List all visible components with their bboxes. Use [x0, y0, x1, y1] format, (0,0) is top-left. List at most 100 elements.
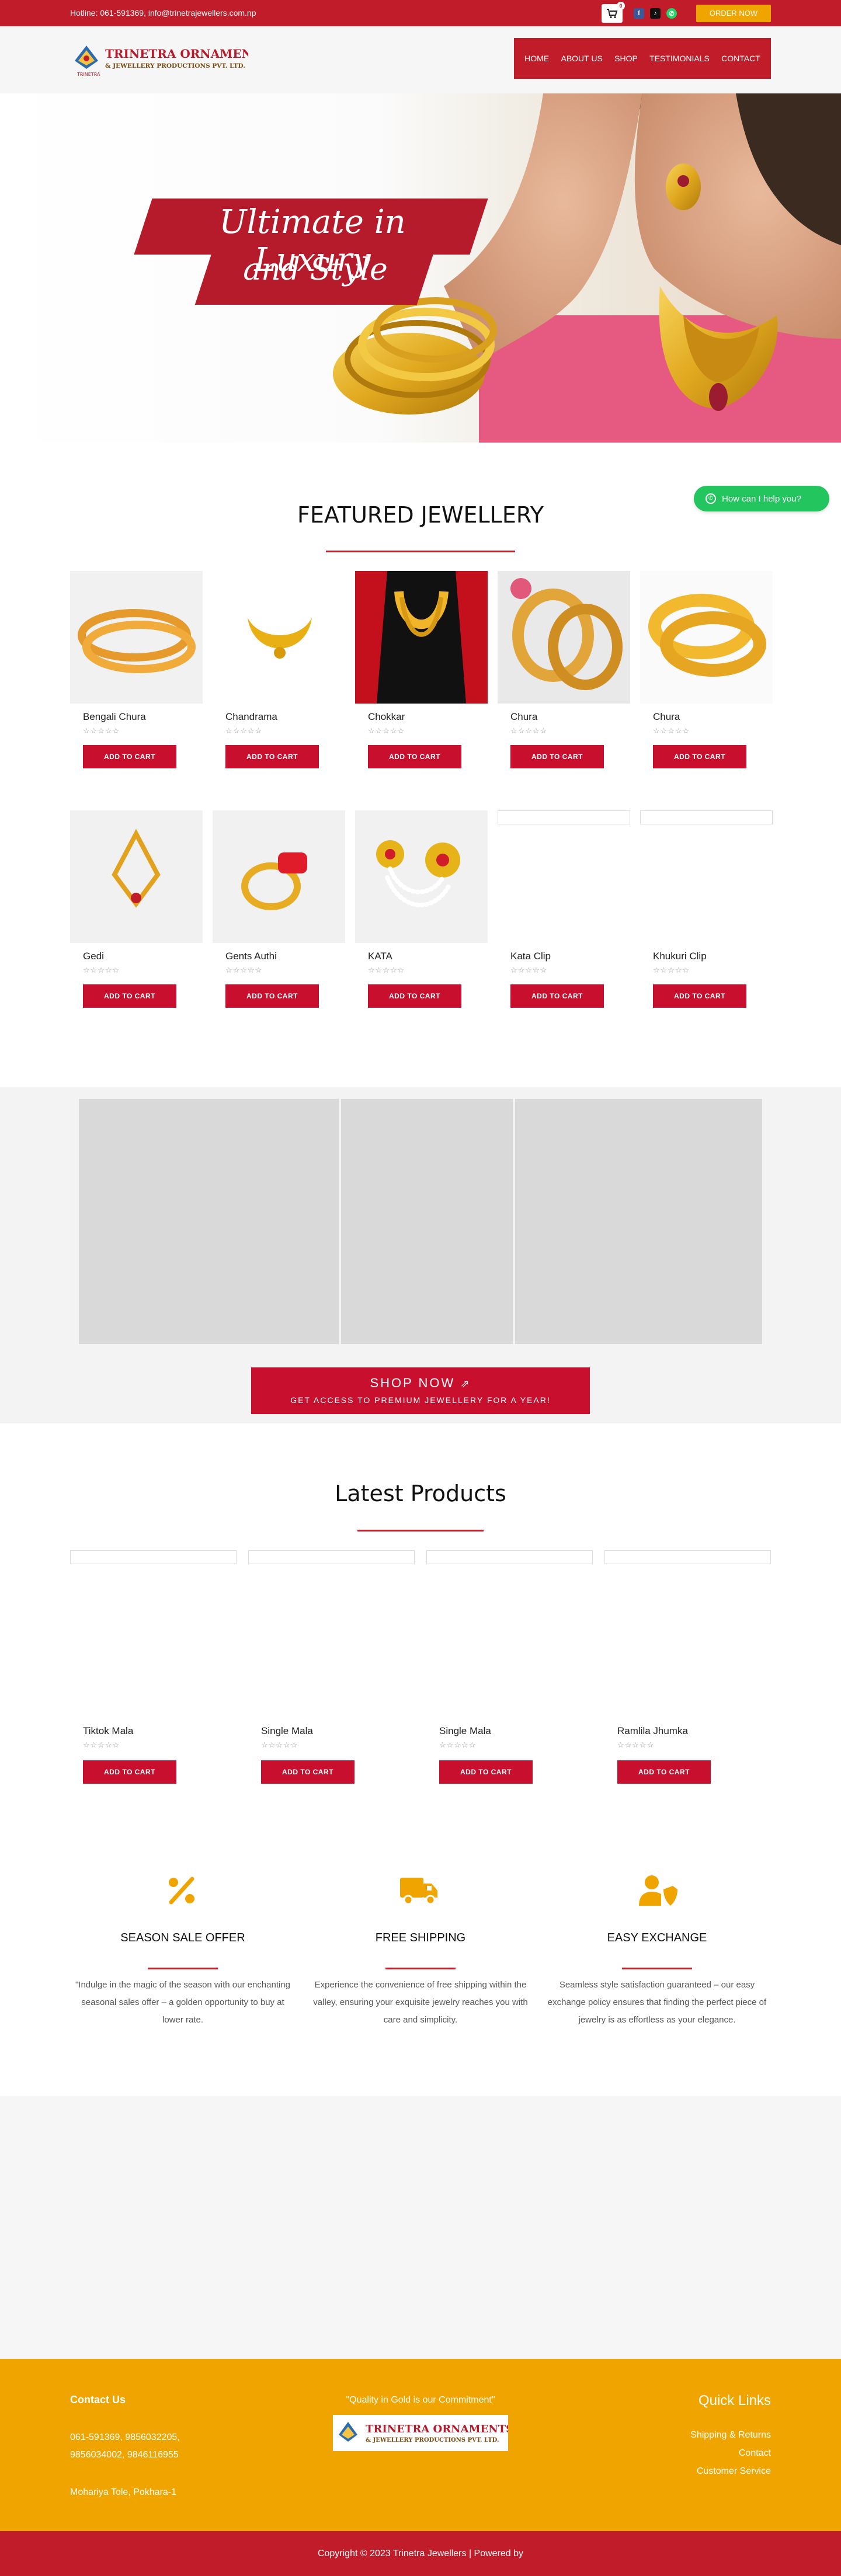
product-name[interactable]: Chura — [510, 711, 537, 723]
rating-stars: ☆☆☆☆☆ — [439, 1740, 477, 1749]
shop-now-button[interactable]: SHOP NOW ⇗ GET ACCESS TO PREMIUM JEWELLE… — [251, 1367, 590, 1414]
product-name[interactable]: Single Mala — [261, 1725, 313, 1737]
site-logo[interactable]: TRINETRA ORNAMENTS & JEWELLERY PRODUCTIO… — [70, 39, 269, 79]
contact-address: Mohariya Tole, Pokhara-1 — [70, 2487, 177, 2497]
shop-now-text: SHOP NOW — [370, 1376, 456, 1390]
link-customer-service[interactable]: Customer Service — [631, 2466, 771, 2477]
nav-testimonials[interactable]: TESTIMONIALS — [649, 54, 710, 63]
chokkar-image — [377, 571, 466, 704]
add-to-cart-button[interactable]: ADD TO CART — [653, 984, 746, 1008]
product-card[interactable]: Gents Authi ☆☆☆☆☆ ADD TO CART — [213, 810, 345, 1008]
product-card[interactable]: Tiktok Mala ☆☆☆☆☆ ADD TO CART — [70, 1550, 237, 1784]
product-name[interactable]: Gedi — [83, 951, 104, 962]
product-card[interactable]: Chokkar ☆☆☆☆☆ ADD TO CART — [355, 571, 488, 768]
feature-text: "Indulge in the magic of the season with… — [75, 1980, 291, 2025]
facebook-icon[interactable]: f — [634, 8, 644, 19]
product-card[interactable]: Chura ☆☆☆☆☆ ADD TO CART — [640, 571, 773, 768]
product-image[interactable] — [355, 571, 488, 704]
kata-image — [376, 840, 460, 907]
hotline-text: Hotline: 061-591369, info@trinetrajewell… — [70, 8, 256, 18]
chura-image — [510, 578, 623, 690]
feature-title: EASY EXCHANGE — [607, 1931, 707, 1944]
add-to-cart-button[interactable]: ADD TO CART — [225, 984, 319, 1008]
product-image-broken[interactable] — [70, 1550, 237, 1564]
product-name[interactable]: Chura — [653, 711, 680, 723]
external-link-icon: ⇗ — [460, 1378, 471, 1390]
product-name[interactable]: Chandrama — [225, 711, 277, 723]
nav-about-us[interactable]: ABOUT US — [561, 54, 602, 63]
latest-title: Latest Products — [335, 1481, 506, 1506]
copyright-bar: Copyright © 2023 Trinetra Jewellers | Po… — [0, 2531, 841, 2576]
quick-links-title: Quick Links — [698, 2393, 771, 2408]
nav-home[interactable]: HOME — [524, 54, 549, 63]
svg-text:& JEWELLERY PRODUCTIONS PVT. L: & JEWELLERY PRODUCTIONS PVT. LTD. — [105, 62, 245, 69]
add-to-cart-button[interactable]: ADD TO CART — [83, 745, 176, 768]
add-to-cart-button[interactable]: ADD TO CART — [368, 745, 461, 768]
product-card[interactable]: Gedi ☆☆☆☆☆ ADD TO CART — [70, 810, 203, 1008]
product-card[interactable]: Single Mala ☆☆☆☆☆ ADD TO CART — [248, 1550, 415, 1784]
add-to-cart-button[interactable]: ADD TO CART — [510, 745, 604, 768]
product-card[interactable]: Single Mala ☆☆☆☆☆ ADD TO CART — [426, 1550, 593, 1784]
order-now-button[interactable]: ORDER NOW — [696, 5, 771, 22]
product-card[interactable]: Chandrama ☆☆☆☆☆ ADD TO CART — [213, 571, 345, 768]
shop-now-label: SHOP NOW ⇗ — [251, 1376, 590, 1391]
add-to-cart-button[interactable]: ADD TO CART — [261, 1760, 355, 1784]
add-to-cart-button[interactable]: ADD TO CART — [83, 1760, 176, 1784]
product-image[interactable] — [213, 571, 345, 704]
latest-title-underline — [357, 1530, 484, 1531]
footer-logo[interactable]: TRINETRA ORNAMENTS & JEWELLERY PRODUCTIO… — [333, 2415, 513, 2451]
tiktok-icon[interactable]: ♪ — [650, 8, 661, 19]
product-name[interactable]: Chokkar — [368, 711, 405, 723]
add-to-cart-button[interactable]: ADD TO CART — [368, 984, 461, 1008]
bangle-image — [78, 609, 196, 673]
product-name[interactable]: Khukuri Clip — [653, 951, 707, 962]
product-name[interactable]: KATA — [368, 951, 392, 962]
user-shield-icon — [639, 1875, 677, 1906]
product-name[interactable]: Tiktok Mala — [83, 1725, 133, 1737]
product-image-broken[interactable] — [248, 1550, 415, 1564]
product-name[interactable]: Ramlila Jhumka — [617, 1725, 688, 1737]
feature-underline — [622, 1968, 692, 1969]
product-image[interactable] — [355, 810, 488, 943]
rating-stars: ☆☆☆☆☆ — [225, 966, 263, 974]
add-to-cart-button[interactable]: ADD TO CART — [617, 1760, 711, 1784]
product-image-broken[interactable] — [426, 1550, 593, 1564]
link-shipping-returns[interactable]: Shipping & Returns — [631, 2430, 771, 2441]
product-image-broken[interactable] — [498, 810, 630, 824]
rating-stars: ☆☆☆☆☆ — [510, 726, 548, 735]
feature-title: SEASON SALE OFFER — [120, 1931, 245, 1944]
product-image-broken[interactable] — [640, 810, 773, 824]
link-contact[interactable]: Contact — [631, 2448, 771, 2459]
product-name[interactable]: Kata Clip — [510, 951, 551, 962]
product-card[interactable]: Ramlila Jhumka ☆☆☆☆☆ ADD TO CART — [604, 1550, 771, 1784]
add-to-cart-button[interactable]: ADD TO CART — [510, 984, 604, 1008]
product-card[interactable]: Chura ☆☆☆☆☆ ADD TO CART — [498, 571, 630, 768]
nav-shop[interactable]: SHOP — [614, 54, 638, 63]
whatsapp-icon[interactable]: ✆ — [666, 8, 677, 19]
gedi-image — [112, 829, 161, 908]
promo-image-2 — [341, 1099, 513, 1344]
product-card[interactable]: Kata Clip ☆☆☆☆☆ ADD TO CART — [498, 810, 630, 1008]
featured-title: FEATURED JEWELLERY — [297, 502, 544, 528]
add-to-cart-button[interactable]: ADD TO CART — [653, 745, 746, 768]
product-image[interactable] — [213, 810, 345, 943]
add-to-cart-button[interactable]: ADD TO CART — [225, 745, 319, 768]
nav-contact[interactable]: CONTACT — [721, 54, 760, 63]
product-image[interactable] — [70, 810, 203, 943]
product-image[interactable] — [498, 571, 630, 704]
svg-text:TRINETRA ORNAMENTS: TRINETRA ORNAMENTS — [366, 2423, 508, 2435]
product-image[interactable] — [640, 571, 773, 704]
add-to-cart-button[interactable]: ADD TO CART — [83, 984, 176, 1008]
product-name[interactable]: Gents Authi — [225, 951, 277, 962]
product-card[interactable]: Khukuri Clip ☆☆☆☆☆ ADD TO CART — [640, 810, 773, 1008]
product-image[interactable] — [70, 571, 203, 704]
product-name[interactable]: Single Mala — [439, 1725, 491, 1737]
main-nav: HOME ABOUT US SHOP TESTIMONIALS CONTACT — [514, 38, 771, 79]
product-image-broken[interactable] — [604, 1550, 771, 1564]
add-to-cart-button[interactable]: ADD TO CART — [439, 1760, 533, 1784]
product-card[interactable]: KATA ☆☆☆☆☆ ADD TO CART — [355, 810, 488, 1008]
top-bar: Hotline: 061-591369, info@trinetrajewell… — [0, 0, 841, 26]
product-card[interactable]: Bengali Chura ☆☆☆☆☆ ADD TO CART — [70, 571, 203, 768]
product-name[interactable]: Bengali Chura — [83, 711, 146, 723]
promo-image-1 — [79, 1099, 339, 1344]
